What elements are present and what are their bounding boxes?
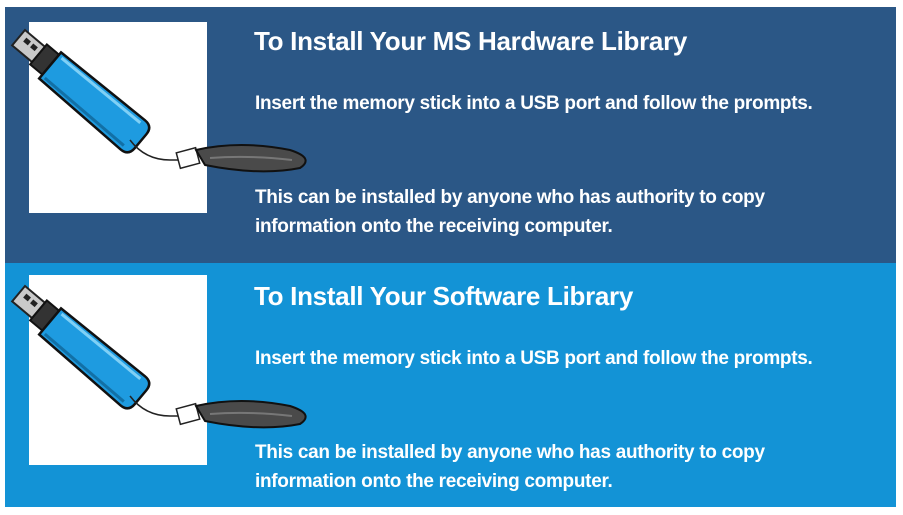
instruction-text: Insert the memory stick into a USB port … [255,93,813,114]
authority-note: This can be installed by anyone who has … [255,438,875,496]
install-section-software: To Install Your Software Library Insert … [5,263,896,507]
note-line: This can be installed by anyone who has … [255,187,765,208]
section-title: To Install Your MS Hardware Library [254,26,688,56]
install-section-hardware: To Install Your MS Hardware Library Inse… [5,7,896,263]
note-line: This can be installed by anyone who has … [255,442,765,463]
instruction-text: Insert the memory stick into a USB port … [255,348,813,369]
note-line: information onto the receiving computer. [255,471,613,492]
section-title: To Install Your Software Library [254,281,634,311]
note-line: information onto the receiving computer. [255,216,613,237]
authority-note: This can be installed by anyone who has … [255,183,875,241]
